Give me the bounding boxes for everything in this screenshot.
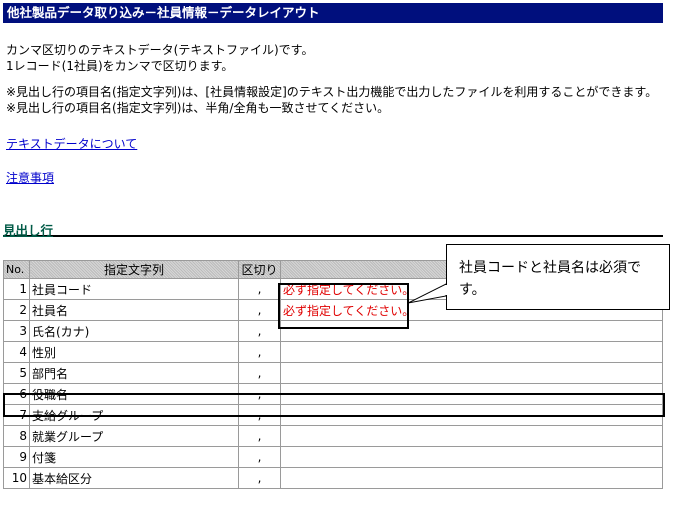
callout-box: 社員コードと社員名は必須です。 [446, 244, 670, 310]
row-number: 10 [3, 467, 30, 489]
separator: , [238, 467, 281, 489]
row-6-highlight [3, 393, 665, 417]
row-note [280, 425, 663, 447]
intro-line-1: カンマ区切りのテキストデータ(テキストファイル)です。 [6, 43, 314, 57]
notes-link[interactable]: 注意事項 [6, 170, 54, 186]
header-separator: 区切り [238, 260, 281, 279]
intro-note-2: ※見出し行の項目名(指定文字列)は、半角/全角も一致させてください。 [6, 101, 390, 115]
separator: , [238, 299, 281, 321]
row-note [280, 362, 663, 384]
field-name: 基本給区分 [29, 467, 239, 489]
row-number: 5 [3, 362, 30, 384]
intro-note-1: ※見出し行の項目名(指定文字列)は、[社員情報設定]のテキスト出力機能で出力した… [6, 85, 658, 99]
callout-pointer [408, 283, 447, 304]
table-row: 9 付箋, [3, 446, 663, 468]
separator: , [238, 362, 281, 384]
field-name: 付箋 [29, 446, 239, 468]
separator: , [238, 341, 281, 363]
table-row: 5 部門名, [3, 362, 663, 384]
row-note [280, 467, 663, 489]
row-note [280, 341, 663, 363]
separator: , [238, 425, 281, 447]
field-name: 性別 [29, 341, 239, 363]
section-heading: 見出し行 [3, 220, 663, 238]
page-title: 他社製品データ取り込み－社員情報－データレイアウト [3, 3, 663, 23]
row-number: 2 [3, 299, 30, 321]
table-row: 4 性別, [3, 341, 663, 363]
separator: , [238, 278, 281, 300]
text-data-link[interactable]: テキストデータについて [6, 136, 137, 152]
header-no: No. [3, 260, 30, 279]
required-fields-highlight [278, 283, 409, 329]
table-row: 8 就業グループ, [3, 425, 663, 447]
field-name: 社員名 [29, 299, 239, 321]
field-name: 就業グループ [29, 425, 239, 447]
row-number: 3 [3, 320, 30, 342]
row-number: 8 [3, 425, 30, 447]
field-name: 部門名 [29, 362, 239, 384]
separator: , [238, 446, 281, 468]
row-number: 1 [3, 278, 30, 300]
row-note [280, 446, 663, 468]
header-field: 指定文字列 [29, 260, 239, 279]
separator: , [238, 320, 281, 342]
field-name: 氏名(カナ) [29, 320, 239, 342]
row-number: 4 [3, 341, 30, 363]
intro-line-2: 1レコード(1社員)をカンマで区切ります。 [6, 59, 234, 73]
field-name: 社員コード [29, 278, 239, 300]
row-number: 9 [3, 446, 30, 468]
table-row: 10 基本給区分, [3, 467, 663, 489]
